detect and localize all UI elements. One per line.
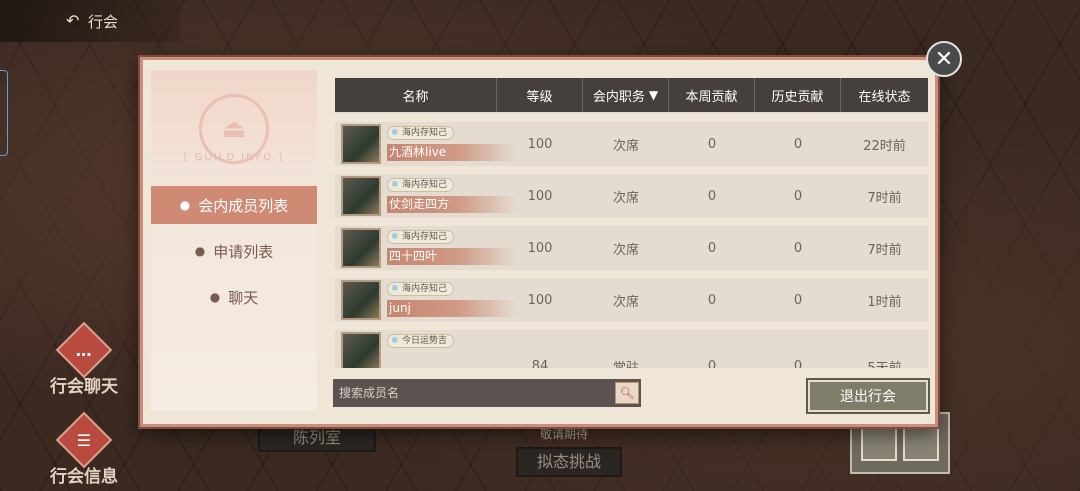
close-icon[interactable]: ✕	[926, 41, 962, 77]
location-pin-icon: ●	[179, 198, 191, 212]
header-history-contribution: 历史贡献	[755, 78, 841, 112]
avatar[interactable]	[341, 228, 381, 268]
member-history-contribution: 0	[793, 358, 803, 369]
page-title: 行会	[88, 12, 119, 31]
member-week-contribution: 0	[707, 240, 717, 256]
table-row[interactable]: 今日运势吉 84 常驻 0 0 5天前	[335, 330, 928, 368]
header-name: 名称	[335, 78, 497, 112]
search-input[interactable]	[333, 379, 615, 407]
title-badge: 今日运势吉	[387, 334, 455, 348]
header-level: 等级	[497, 78, 583, 112]
members-table[interactable]: 名称 等级 会内职务 ▼ 本周贡献 历史贡献 在线状态 海内存知己 九酒林liv…	[335, 78, 928, 368]
member-week-contribution: 0	[707, 358, 717, 369]
leave-guild-button[interactable]: 退出行会	[806, 378, 930, 414]
member-role: 次席	[612, 294, 639, 310]
member-history-contribution: 0	[793, 188, 803, 204]
table-row[interactable]: 海内存知己 九酒林live 100 次席 0 0 22时前	[335, 122, 928, 166]
nav-item-applications[interactable]: ● 申请列表	[151, 232, 317, 270]
guild-members-dialog: ⏏ [ GUILD INFO ] ● 会内成员列表 ● 申请列表 ● 聊天 名称…	[140, 57, 938, 427]
guild-chat-button[interactable]: … 行会聊天	[42, 321, 126, 397]
member-online-status: 7时前	[867, 190, 902, 206]
title-badge: 海内存知己	[387, 230, 455, 244]
avatar[interactable]	[341, 124, 381, 164]
header-role-sort[interactable]: 会内职务 ▼	[583, 78, 669, 112]
avatar[interactable]	[341, 176, 381, 216]
member-history-contribution: 0	[793, 136, 803, 152]
nav-item-member-list[interactable]: ● 会内成员列表	[151, 186, 317, 224]
member-search-bar: 🔍︎	[333, 379, 641, 407]
member-week-contribution: 0	[707, 136, 717, 152]
header-week-contribution: 本周贡献	[669, 78, 755, 112]
title-badge: 海内存知己	[387, 282, 455, 296]
chat-bubble-icon: …	[55, 321, 113, 379]
left-nav: ⏏ [ GUILD INFO ] ● 会内成员列表 ● 申请列表 ● 聊天	[151, 70, 317, 410]
coming-soon-hint: 敬请期待	[540, 427, 589, 441]
member-name: 仗剑走四方	[387, 196, 517, 213]
member-level: 84	[531, 358, 549, 369]
member-week-contribution: 0	[707, 292, 717, 308]
member-online-status: 1时前	[867, 294, 902, 310]
sort-down-icon: ▼	[648, 88, 659, 102]
header-online-status: 在线状态	[858, 89, 911, 105]
showroom-plaque[interactable]: 陈列室	[258, 424, 376, 452]
member-name: junj	[387, 300, 517, 317]
title-badge: 海内存知己	[387, 126, 455, 140]
nav-item-chat[interactable]: ● 聊天	[151, 278, 317, 316]
table-row[interactable]: 海内存知己 仗剑走四方 100 次席 0 0 7时前	[335, 174, 928, 218]
member-history-contribution: 0	[793, 240, 803, 256]
member-role: 次席	[612, 242, 639, 258]
member-name: 四十四叶	[387, 248, 517, 265]
member-role: 常驻	[612, 360, 639, 369]
location-pin-icon: ●	[194, 244, 206, 258]
table-row[interactable]: 海内存知己 四十四叶 100 次席 0 0 7时前	[335, 226, 928, 270]
member-role: 次席	[612, 190, 639, 206]
table-row[interactable]: 海内存知己 junj 100 次席 0 0 1时前	[335, 278, 928, 322]
search-icon[interactable]: 🔍︎	[615, 382, 639, 404]
table-header: 名称 等级 会内职务 ▼ 本周贡献 历史贡献 在线状态	[335, 78, 928, 112]
side-drawer-tab[interactable]	[0, 70, 8, 156]
mimic-challenge-plaque[interactable]: 拟态挑战	[516, 447, 622, 477]
member-name: 九酒林live	[387, 144, 517, 161]
title-badge: 海内存知己	[387, 178, 455, 192]
top-header: ↶ 行会	[0, 0, 180, 42]
member-online-status: 5天前	[867, 360, 902, 369]
back-arrow-icon[interactable]: ↶	[66, 11, 79, 30]
avatar[interactable]	[341, 332, 381, 368]
member-week-contribution: 0	[707, 188, 717, 204]
guild-info-caption: [ GUILD INFO ]	[183, 152, 285, 163]
member-online-status: 7时前	[867, 242, 902, 258]
member-role: 次席	[612, 138, 639, 154]
avatar[interactable]	[341, 280, 381, 320]
book-icon: ☰	[55, 411, 113, 469]
member-online-status: 22时前	[863, 138, 906, 154]
member-history-contribution: 0	[793, 292, 803, 308]
location-pin-icon: ●	[209, 290, 221, 304]
guild-info-button[interactable]: ☰ 行会信息	[42, 411, 126, 487]
